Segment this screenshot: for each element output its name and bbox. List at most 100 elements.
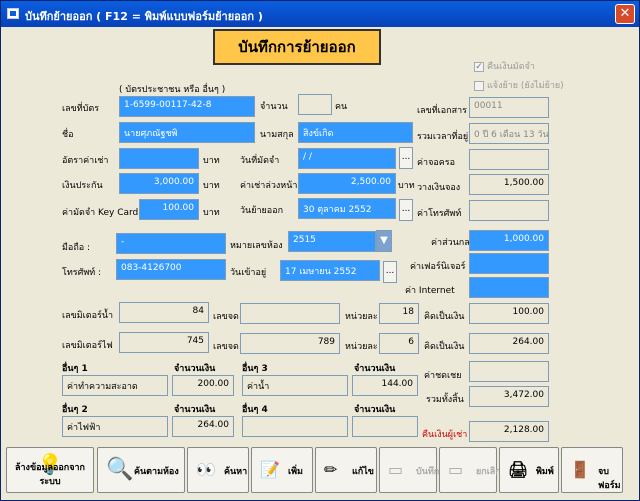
form-area: บันทึกการย้ายออก ✓ คืนเงินมัดจำ แจ้งย้าย … — [4, 29, 636, 499]
advance-label: ค่าเช่าล่วงหน้า — [240, 181, 298, 191]
elec-total-label: คิดเป็นเงิน — [424, 342, 465, 352]
furniture-field[interactable] — [469, 253, 549, 274]
surname-field[interactable]: สิงข์เกิด — [298, 122, 413, 143]
binoculars-icon: 👀 — [196, 460, 216, 479]
print-button[interactable]: 🖨 พิมพ์ — [499, 447, 559, 493]
form-heading: บันทึกการย้ายออก — [213, 29, 381, 65]
advance-field[interactable]: 2,500.00 — [298, 173, 396, 194]
count-label: จำนวน — [260, 102, 288, 112]
movein-field[interactable]: 17 เมษายน 2552 — [280, 260, 380, 281]
moveout-field[interactable]: 30 ตุลาคม 2552 — [298, 198, 396, 219]
cancel-button[interactable]: ▭ ยกเลิก — [439, 447, 501, 493]
phone-field[interactable]: 083-4126700 — [116, 259, 226, 280]
other1-name-field[interactable]: ค่าทำความสะอาด — [62, 375, 168, 396]
water-unit-label: หน่วยละ — [345, 312, 378, 322]
rent-field[interactable] — [119, 148, 199, 169]
elec-meter-field[interactable]: 745 — [119, 332, 209, 353]
damage-field[interactable] — [469, 361, 549, 382]
water-prev-field[interactable] — [240, 303, 340, 324]
refund-checkbox[interactable]: ✓ คืนเงินมัดจำ — [474, 59, 535, 73]
clear-data-button[interactable]: 💡 ล้างข้อมูลออกจากระบบ — [6, 447, 94, 493]
other3-amount-label: จำนวนเงิน — [354, 364, 396, 374]
other3-amount-field[interactable]: 144.00 — [352, 375, 418, 396]
search-icon: 🔍 — [106, 457, 134, 482]
name-label: ชื่อ — [62, 130, 74, 140]
other1-amount-field[interactable]: 200.00 — [172, 375, 234, 396]
add-button[interactable]: 📝 เพิ่ม — [251, 447, 313, 493]
surname-label: นามสกุล — [260, 130, 294, 140]
pencil-icon: ✏ — [324, 460, 338, 479]
water-meter-label: เลขมิเตอร์น้ำ — [62, 311, 114, 321]
keycard-label: ค่ามัดจำ Key Card — [62, 208, 139, 218]
deposit-date-picker-button[interactable]: ... — [399, 147, 413, 169]
edit-button[interactable]: ✏ แก้ไข — [315, 447, 377, 493]
damage-label: ค่าชดเชย — [424, 371, 462, 381]
other2-name-field[interactable]: ค่าไฟฟ้า — [62, 416, 168, 437]
reserve-fee-label: ค่าจอครอ — [417, 158, 456, 168]
rent-unit: บาท — [203, 156, 220, 166]
mobile-label: มือถือ : — [62, 243, 91, 253]
keycard-field[interactable]: 100.00 — [139, 199, 199, 220]
water-total-label: คิดเป็นเงิน — [424, 312, 465, 322]
total-label: รวมทั้งสิ้น — [426, 395, 464, 405]
water-unit-field[interactable]: 18 — [379, 303, 419, 324]
phone-fee-field[interactable] — [469, 200, 549, 221]
chevron-down-icon[interactable]: ▼ — [376, 230, 392, 252]
elec-total-field[interactable]: 264.00 — [469, 333, 549, 354]
other4-name-field[interactable] — [242, 416, 348, 437]
id-hint: ( บัตรประชาชน หรือ อื่นๆ ) — [119, 85, 226, 95]
close-icon[interactable]: ✕ — [615, 4, 635, 24]
other2-amount-field[interactable]: 264.00 — [172, 416, 234, 437]
elec-meter-label: เลขมิเตอร์ไฟ — [62, 341, 113, 351]
title-bar: บันทึกย้ายออก ( F12 = พิมพ์แบบฟอร์มย้ายอ… — [1, 1, 639, 27]
reserve-field[interactable]: 1,500.00 — [469, 174, 549, 195]
other3-name-field[interactable]: ค่าน้ำ — [242, 375, 348, 396]
insurance-field[interactable]: 3,000.00 — [119, 173, 199, 194]
id-label: เลขที่บัตร — [62, 104, 100, 114]
printer-icon: 🖨 — [508, 460, 529, 479]
find-button[interactable]: 👀 ค้นหา — [187, 447, 249, 493]
refund-label: คืนเงินผู้เช่า — [422, 430, 468, 440]
movein-label: วันเข้าอยู่ — [230, 268, 267, 278]
cancel-icon: ▭ — [448, 460, 464, 479]
moveout-label: วันย้ายออก — [240, 206, 284, 216]
elec-prev-field[interactable]: 789 — [240, 333, 340, 354]
other4-amount-field[interactable] — [352, 416, 418, 437]
water-total-field[interactable]: 100.00 — [469, 303, 549, 324]
reserve-fee-field[interactable] — [469, 149, 549, 170]
room-select[interactable]: 2515 — [288, 231, 376, 252]
total-field[interactable]: 3,472.00 — [469, 386, 549, 407]
other1-amount-label: จำนวนเงิน — [174, 364, 216, 374]
mobile-field[interactable]: - — [116, 233, 226, 254]
id-field[interactable]: 1-6599-00117-42-8 — [119, 96, 255, 117]
insurance-label: เงินประกัน — [62, 181, 103, 191]
save-button[interactable]: ▭ บันทึก — [379, 447, 439, 493]
exit-door-icon: 🚪 — [570, 460, 590, 479]
movein-picker-button[interactable]: ... — [383, 261, 397, 283]
insurance-unit: บาท — [203, 181, 220, 191]
other2-label: อื่นๆ 2 — [62, 405, 88, 415]
furniture-label: ค่าเฟอร์นิเจอร์ — [410, 262, 466, 272]
count-field[interactable] — [298, 94, 332, 115]
phone-fee-label: ค่าโทรศัพท์ — [417, 209, 462, 219]
stay-label: รวมเวลาที่อยู่ — [417, 132, 469, 142]
save-icon: ▭ — [388, 460, 404, 479]
other3-label: อื่นๆ 3 — [242, 364, 268, 374]
main-window: บันทึกย้ายออก ( F12 = พิมพ์แบบฟอร์มย้ายอ… — [0, 0, 640, 501]
app-icon — [7, 8, 19, 19]
notify-checkbox[interactable]: แจ้งย้าย (ยังไม่ย้าย) — [474, 78, 564, 92]
elec-unit-field[interactable]: 6 — [379, 333, 419, 354]
refund-field[interactable]: 2,128.00 — [469, 421, 549, 442]
keycard-unit: บาท — [203, 208, 220, 218]
common-field[interactable]: 1,000.00 — [469, 230, 549, 251]
name-field[interactable]: นายศุภณัฐชพิ — [119, 122, 255, 143]
deposit-date-field[interactable]: / / — [298, 148, 396, 169]
search-room-button[interactable]: 🔍 ค้นตามห้อง — [97, 447, 185, 493]
moveout-picker-button[interactable]: ... — [399, 199, 413, 221]
add-record-icon: 📝 — [260, 460, 280, 479]
doc-field[interactable]: 00011 — [469, 97, 549, 118]
reserve-label: วางเงินจอง — [417, 183, 461, 193]
exit-button[interactable]: 🚪 จบฟอร์ม — [561, 447, 623, 493]
internet-field[interactable] — [469, 277, 549, 298]
water-meter-field[interactable]: 84 — [119, 302, 209, 323]
